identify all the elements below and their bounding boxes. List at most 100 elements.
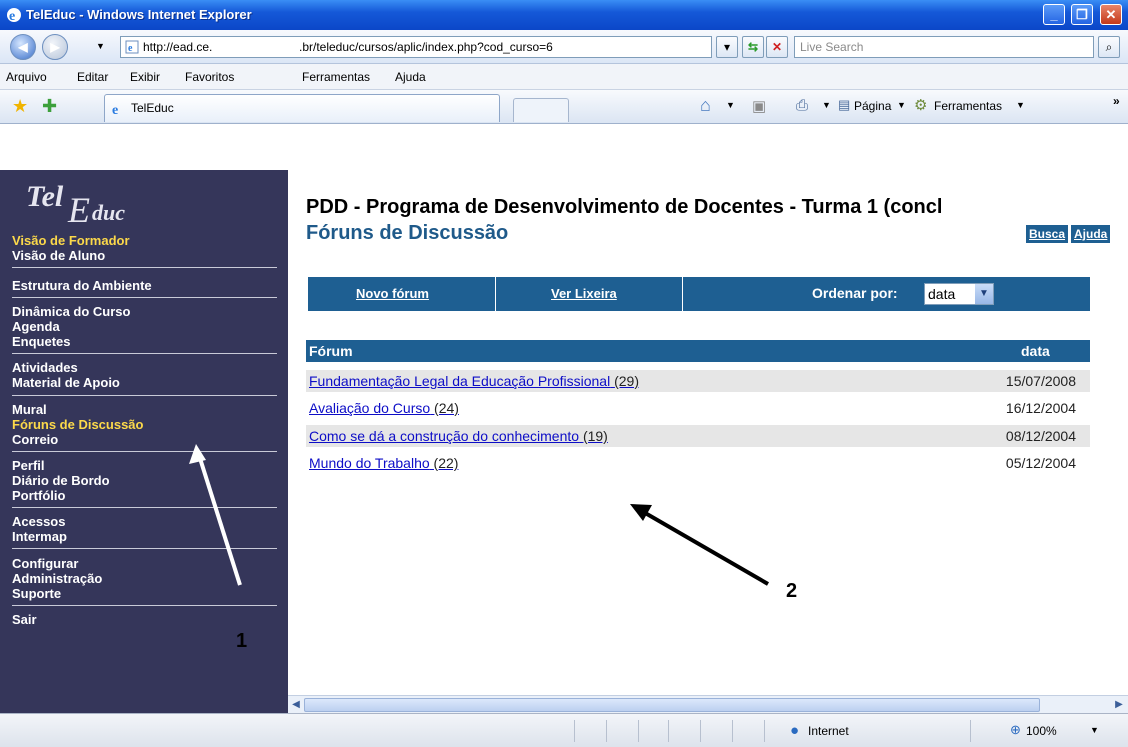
svg-text:Tel: Tel — [26, 180, 64, 213]
sidebar-item-perfil[interactable]: Perfil — [12, 458, 45, 473]
status-divider — [638, 720, 639, 742]
status-divider — [970, 720, 971, 742]
print-icon[interactable]: ⎙ — [796, 97, 808, 114]
sidebar-item-visao-aluno[interactable]: Visão de Aluno — [12, 248, 105, 263]
teleduc-logo: Tel E duc — [26, 180, 125, 229]
status-divider — [668, 720, 669, 742]
forum-link[interactable]: Como se dá a construção do conhecimento … — [309, 428, 608, 444]
zoom-dropdown-icon[interactable]: ▼ — [1090, 725, 1099, 735]
action-divider — [495, 277, 496, 311]
table-row: Como se dá a construção do conhecimento … — [306, 425, 1090, 447]
refresh-icon[interactable]: ⇆ — [742, 36, 764, 58]
forum-count: (24) — [434, 400, 459, 416]
stop-icon[interactable]: ✕ — [766, 36, 788, 58]
minimize-button[interactable]: _ — [1043, 4, 1065, 25]
sidebar-item-diario[interactable]: Diário de Bordo — [12, 473, 110, 488]
sidebar-item-correio[interactable]: Correio — [12, 432, 58, 447]
window-title-bar: e TelEduc - Windows Internet Explorer _ … — [0, 0, 1128, 30]
sidebar-divider — [12, 451, 277, 452]
sidebar-item-material[interactable]: Material de Apoio — [12, 375, 120, 390]
sidebar-item-enquetes[interactable]: Enquetes — [12, 334, 71, 349]
menu-exibir[interactable]: Exibir — [130, 70, 160, 84]
help-link[interactable]: Ajuda — [1071, 225, 1111, 243]
sidebar-item-portfolio[interactable]: Portfólio — [12, 488, 65, 503]
sidebar-item-agenda[interactable]: Agenda — [12, 319, 60, 334]
menu-arquivo[interactable]: Arquivo — [6, 70, 47, 84]
status-divider — [764, 720, 765, 742]
search-icon[interactable]: ⌕ — [1098, 36, 1120, 58]
search-input[interactable]: Live Search — [794, 36, 1094, 58]
page-menu[interactable]: Página — [854, 99, 891, 113]
tools-menu[interactable]: Ferramentas — [934, 99, 1002, 113]
home-icon[interactable]: ⌂ — [700, 95, 711, 116]
scroll-right-icon[interactable]: ▶ — [1112, 698, 1126, 712]
scrollbar-thumb[interactable] — [304, 698, 1040, 712]
forum-count: (22) — [433, 455, 459, 471]
sidebar-item-mural[interactable]: Mural — [12, 402, 47, 417]
page-icon-cmd: ▤ — [838, 97, 851, 112]
tools-gear-icon: ⚙ — [914, 97, 928, 114]
search-link[interactable]: Busca — [1026, 225, 1069, 243]
sidebar-item-sair[interactable]: Sair — [12, 612, 37, 627]
annotation-label-2: 2 — [786, 580, 798, 602]
address-dropdown-button[interactable]: ▾ — [716, 36, 738, 58]
address-bar[interactable]: e http://ead.ce. .br/teleduc/cursos/apli… — [120, 36, 712, 58]
section-title: Fóruns de Discussão — [306, 222, 509, 244]
sort-value: data — [928, 286, 956, 302]
status-divider — [700, 720, 701, 742]
svg-text:e: e — [112, 103, 118, 116]
forum-count: (29) — [614, 373, 639, 389]
close-button[interactable]: ✕ — [1100, 4, 1122, 25]
svg-text:e: e — [9, 9, 15, 24]
sidebar-divider — [12, 548, 277, 549]
forum-link[interactable]: Avaliação do Curso (24) — [309, 400, 459, 416]
print-dropdown-icon[interactable]: ▼ — [822, 100, 831, 110]
forum-link[interactable]: Mundo do Trabalho (22) — [309, 455, 458, 471]
recent-pages-dropdown-icon[interactable]: ▼ — [96, 41, 105, 51]
status-divider — [606, 720, 607, 742]
sidebar-divider — [12, 297, 277, 298]
page-title: PDD - Programa de Desenvolvimento de Doc… — [306, 196, 943, 218]
scroll-left-icon[interactable]: ◀ — [289, 698, 303, 712]
sidebar-item-intermap[interactable]: Intermap — [12, 529, 67, 544]
tab-bar: ★ ✚ e TelEduc ⌂ ▼ ▣ ⎙ ▼ ▤ Página ▼ ⚙ Fer… — [0, 90, 1128, 124]
zoom-level[interactable]: 100% — [1026, 724, 1057, 738]
globe-icon: ● — [790, 722, 800, 739]
forward-button[interactable]: ▶ — [42, 34, 68, 60]
ie-tab-icon: e — [112, 103, 118, 116]
menu-bar: Arquivo Editar Exibir Favoritos Ferramen… — [0, 64, 1128, 90]
back-button[interactable]: ◀ — [10, 34, 36, 60]
add-favorite-icon[interactable]: ✚ — [42, 96, 57, 117]
trash-link[interactable]: Ver Lixeira — [551, 286, 617, 301]
sidebar-item-acessos[interactable]: Acessos — [12, 514, 65, 529]
new-tab-button[interactable] — [513, 98, 569, 122]
column-header-data: data — [1021, 343, 1050, 359]
menu-favoritos[interactable]: Favoritos — [185, 70, 234, 84]
sidebar-item-dinamica[interactable]: Dinâmica do Curso — [12, 304, 130, 319]
sidebar-item-estrutura[interactable]: Estrutura do Ambiente — [12, 278, 152, 293]
sort-select[interactable]: data ▼ — [924, 283, 994, 305]
maximize-button[interactable]: ❐ — [1071, 4, 1093, 25]
sidebar-item-suporte[interactable]: Suporte — [12, 586, 61, 601]
home-dropdown-icon[interactable]: ▼ — [726, 100, 735, 110]
zoom-icon: ⊕ — [1010, 722, 1021, 737]
sidebar-item-atividades[interactable]: Atividades — [12, 360, 78, 375]
main-content: PDD - Programa de Desenvolvimento de Doc… — [288, 170, 1128, 713]
sidebar-divider — [12, 605, 277, 606]
forum-link[interactable]: Fundamentação Legal da Educação Profissi… — [309, 373, 639, 389]
sidebar-item-administracao[interactable]: Administração — [12, 571, 102, 586]
horizontal-scrollbar[interactable]: ◀ ▶ — [288, 695, 1128, 713]
sidebar-item-foruns[interactable]: Fóruns de Discussão — [12, 417, 143, 432]
menu-ferramentas[interactable]: Ferramentas — [302, 70, 370, 84]
sidebar-item-visao-formador[interactable]: Visão de Formador — [12, 233, 130, 248]
favorites-star-icon[interactable]: ★ — [12, 96, 28, 117]
menu-editar[interactable]: Editar — [77, 70, 108, 84]
forum-count: (19) — [582, 428, 608, 444]
feeds-icon[interactable]: ▣ — [752, 97, 766, 115]
page-icon: e — [125, 40, 139, 54]
tab-teleduc[interactable]: e TelEduc — [104, 94, 500, 122]
sidebar-item-configurar[interactable]: Configurar — [12, 556, 78, 571]
menu-ajuda[interactable]: Ajuda — [395, 70, 426, 84]
new-forum-link[interactable]: Novo fórum — [356, 286, 429, 301]
more-commands-icon[interactable]: » — [1113, 94, 1120, 108]
